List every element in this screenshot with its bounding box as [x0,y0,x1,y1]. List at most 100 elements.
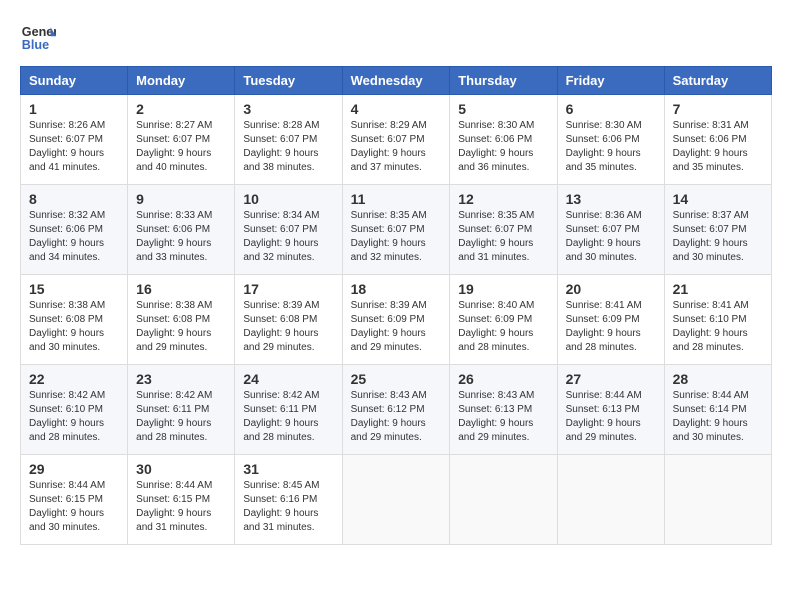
calendar-cell: 16 Sunrise: 8:38 AMSunset: 6:08 PMDaylig… [128,275,235,365]
day-info: Sunrise: 8:37 AMSunset: 6:07 PMDaylight:… [673,210,749,263]
column-header-wednesday: Wednesday [342,67,450,95]
calendar-week-2: 8 Sunrise: 8:32 AMSunset: 6:06 PMDayligh… [21,185,772,275]
calendar-cell: 30 Sunrise: 8:44 AMSunset: 6:15 PMDaylig… [128,455,235,545]
calendar-cell: 14 Sunrise: 8:37 AMSunset: 6:07 PMDaylig… [664,185,771,275]
calendar-week-1: 1 Sunrise: 8:26 AMSunset: 6:07 PMDayligh… [21,95,772,185]
day-number: 15 [29,281,119,297]
calendar-cell: 7 Sunrise: 8:31 AMSunset: 6:06 PMDayligh… [664,95,771,185]
day-info: Sunrise: 8:44 AMSunset: 6:15 PMDaylight:… [29,480,105,533]
svg-text:Blue: Blue [22,38,49,52]
day-number: 26 [458,371,548,387]
day-info: Sunrise: 8:44 AMSunset: 6:14 PMDaylight:… [673,390,749,443]
day-number: 2 [136,101,226,117]
day-info: Sunrise: 8:42 AMSunset: 6:11 PMDaylight:… [243,390,319,443]
calendar-table: SundayMondayTuesdayWednesdayThursdayFrid… [20,66,772,545]
day-info: Sunrise: 8:41 AMSunset: 6:10 PMDaylight:… [673,300,749,353]
day-number: 9 [136,191,226,207]
day-number: 19 [458,281,548,297]
calendar-cell: 11 Sunrise: 8:35 AMSunset: 6:07 PMDaylig… [342,185,450,275]
column-header-tuesday: Tuesday [235,67,342,95]
calendar-cell: 20 Sunrise: 8:41 AMSunset: 6:09 PMDaylig… [557,275,664,365]
day-number: 3 [243,101,333,117]
calendar-cell: 10 Sunrise: 8:34 AMSunset: 6:07 PMDaylig… [235,185,342,275]
calendar-cell [664,455,771,545]
calendar-cell: 13 Sunrise: 8:36 AMSunset: 6:07 PMDaylig… [557,185,664,275]
day-info: Sunrise: 8:33 AMSunset: 6:06 PMDaylight:… [136,210,212,263]
column-header-thursday: Thursday [450,67,557,95]
day-info: Sunrise: 8:30 AMSunset: 6:06 PMDaylight:… [458,120,534,173]
calendar-cell: 15 Sunrise: 8:38 AMSunset: 6:08 PMDaylig… [21,275,128,365]
calendar-header-row: SundayMondayTuesdayWednesdayThursdayFrid… [21,67,772,95]
column-header-friday: Friday [557,67,664,95]
calendar-cell: 27 Sunrise: 8:44 AMSunset: 6:13 PMDaylig… [557,365,664,455]
day-info: Sunrise: 8:30 AMSunset: 6:06 PMDaylight:… [566,120,642,173]
day-info: Sunrise: 8:40 AMSunset: 6:09 PMDaylight:… [458,300,534,353]
calendar-cell: 1 Sunrise: 8:26 AMSunset: 6:07 PMDayligh… [21,95,128,185]
day-number: 5 [458,101,548,117]
day-number: 29 [29,461,119,477]
day-number: 1 [29,101,119,117]
day-info: Sunrise: 8:36 AMSunset: 6:07 PMDaylight:… [566,210,642,263]
day-info: Sunrise: 8:41 AMSunset: 6:09 PMDaylight:… [566,300,642,353]
day-info: Sunrise: 8:45 AMSunset: 6:16 PMDaylight:… [243,480,319,533]
calendar-cell [342,455,450,545]
day-number: 11 [351,191,442,207]
calendar-cell: 29 Sunrise: 8:44 AMSunset: 6:15 PMDaylig… [21,455,128,545]
calendar-cell: 3 Sunrise: 8:28 AMSunset: 6:07 PMDayligh… [235,95,342,185]
day-number: 10 [243,191,333,207]
calendar-cell: 23 Sunrise: 8:42 AMSunset: 6:11 PMDaylig… [128,365,235,455]
calendar-cell: 2 Sunrise: 8:27 AMSunset: 6:07 PMDayligh… [128,95,235,185]
day-number: 30 [136,461,226,477]
calendar-cell [450,455,557,545]
day-info: Sunrise: 8:35 AMSunset: 6:07 PMDaylight:… [351,210,427,263]
day-info: Sunrise: 8:38 AMSunset: 6:08 PMDaylight:… [136,300,212,353]
day-number: 8 [29,191,119,207]
day-info: Sunrise: 8:27 AMSunset: 6:07 PMDaylight:… [136,120,212,173]
day-number: 25 [351,371,442,387]
day-number: 6 [566,101,656,117]
day-info: Sunrise: 8:32 AMSunset: 6:06 PMDaylight:… [29,210,105,263]
column-header-monday: Monday [128,67,235,95]
day-info: Sunrise: 8:26 AMSunset: 6:07 PMDaylight:… [29,120,105,173]
calendar-week-3: 15 Sunrise: 8:38 AMSunset: 6:08 PMDaylig… [21,275,772,365]
day-info: Sunrise: 8:42 AMSunset: 6:10 PMDaylight:… [29,390,105,443]
day-info: Sunrise: 8:39 AMSunset: 6:08 PMDaylight:… [243,300,319,353]
calendar-cell: 6 Sunrise: 8:30 AMSunset: 6:06 PMDayligh… [557,95,664,185]
day-info: Sunrise: 8:39 AMSunset: 6:09 PMDaylight:… [351,300,427,353]
day-info: Sunrise: 8:42 AMSunset: 6:11 PMDaylight:… [136,390,212,443]
day-info: Sunrise: 8:35 AMSunset: 6:07 PMDaylight:… [458,210,534,263]
logo-icon: General Blue [20,20,56,56]
day-info: Sunrise: 8:43 AMSunset: 6:13 PMDaylight:… [458,390,534,443]
calendar-cell: 26 Sunrise: 8:43 AMSunset: 6:13 PMDaylig… [450,365,557,455]
day-number: 17 [243,281,333,297]
day-info: Sunrise: 8:29 AMSunset: 6:07 PMDaylight:… [351,120,427,173]
day-number: 7 [673,101,763,117]
day-number: 24 [243,371,333,387]
calendar-cell: 17 Sunrise: 8:39 AMSunset: 6:08 PMDaylig… [235,275,342,365]
logo: General Blue [20,20,56,56]
day-info: Sunrise: 8:28 AMSunset: 6:07 PMDaylight:… [243,120,319,173]
calendar-week-4: 22 Sunrise: 8:42 AMSunset: 6:10 PMDaylig… [21,365,772,455]
day-number: 13 [566,191,656,207]
day-info: Sunrise: 8:38 AMSunset: 6:08 PMDaylight:… [29,300,105,353]
column-header-saturday: Saturday [664,67,771,95]
calendar-cell: 21 Sunrise: 8:41 AMSunset: 6:10 PMDaylig… [664,275,771,365]
calendar-cell: 25 Sunrise: 8:43 AMSunset: 6:12 PMDaylig… [342,365,450,455]
calendar-cell: 5 Sunrise: 8:30 AMSunset: 6:06 PMDayligh… [450,95,557,185]
day-number: 16 [136,281,226,297]
calendar-cell: 12 Sunrise: 8:35 AMSunset: 6:07 PMDaylig… [450,185,557,275]
calendar-cell: 19 Sunrise: 8:40 AMSunset: 6:09 PMDaylig… [450,275,557,365]
calendar-week-5: 29 Sunrise: 8:44 AMSunset: 6:15 PMDaylig… [21,455,772,545]
calendar-cell: 8 Sunrise: 8:32 AMSunset: 6:06 PMDayligh… [21,185,128,275]
column-header-sunday: Sunday [21,67,128,95]
day-info: Sunrise: 8:34 AMSunset: 6:07 PMDaylight:… [243,210,319,263]
day-number: 12 [458,191,548,207]
day-number: 21 [673,281,763,297]
day-number: 22 [29,371,119,387]
calendar-cell: 28 Sunrise: 8:44 AMSunset: 6:14 PMDaylig… [664,365,771,455]
day-number: 4 [351,101,442,117]
day-info: Sunrise: 8:43 AMSunset: 6:12 PMDaylight:… [351,390,427,443]
day-info: Sunrise: 8:31 AMSunset: 6:06 PMDaylight:… [673,120,749,173]
day-number: 31 [243,461,333,477]
calendar-cell: 4 Sunrise: 8:29 AMSunset: 6:07 PMDayligh… [342,95,450,185]
